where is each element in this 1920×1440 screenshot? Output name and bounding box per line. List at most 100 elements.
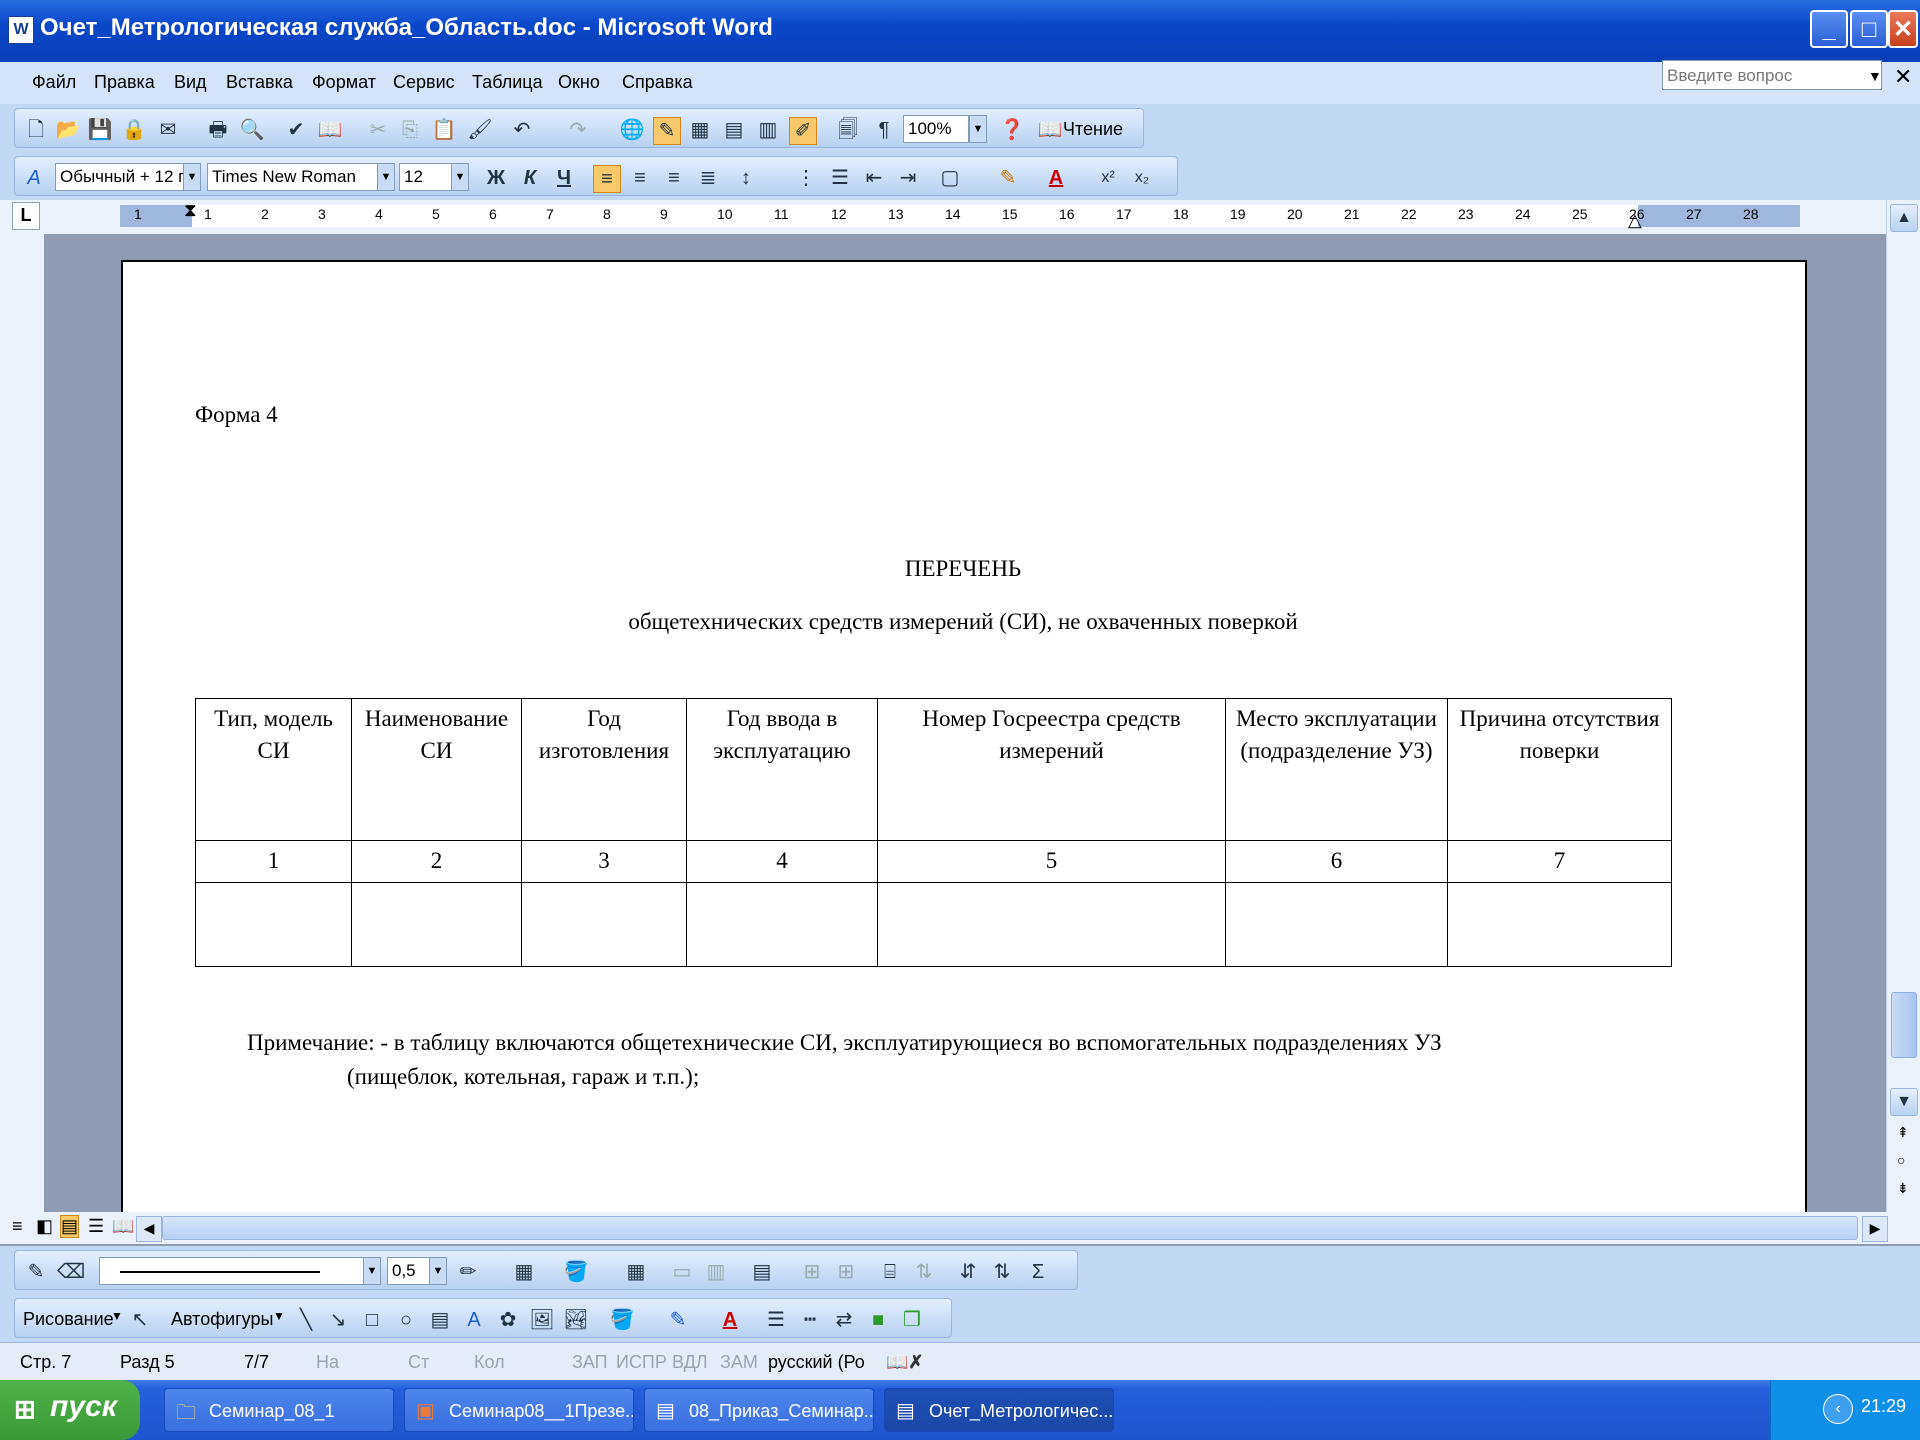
styles-icon[interactable]: A: [21, 165, 47, 191]
prev-page-icon[interactable]: ⇞: [1897, 1124, 1909, 1141]
sort-ascending-icon[interactable]: ⇵: [955, 1259, 981, 1285]
autoformat-icon[interactable]: ⌸: [877, 1259, 903, 1285]
border-color-icon[interactable]: ✏: [455, 1259, 481, 1285]
superscript-icon[interactable]: x²: [1095, 165, 1121, 191]
oval-icon[interactable]: ○: [393, 1307, 419, 1333]
drawing-toggle-icon[interactable]: ✐: [789, 117, 817, 145]
next-page-icon[interactable]: ⇟: [1897, 1180, 1909, 1197]
pilcrow-icon[interactable]: ¶: [871, 117, 897, 143]
select-objects-icon[interactable]: ↖: [127, 1307, 153, 1333]
menu-view[interactable]: Вид: [174, 72, 207, 93]
help-question-input[interactable]: Введите вопрос: [1662, 60, 1882, 90]
italic-button[interactable]: К: [517, 165, 543, 191]
cut-icon[interactable]: ✂: [365, 117, 391, 143]
taskbar-item-report-doc[interactable]: Очет_Метрологичес...: [884, 1388, 1114, 1432]
menu-format[interactable]: Формат: [312, 72, 376, 93]
indent-marker-icon[interactable]: ⧗: [184, 200, 197, 221]
scroll-left-icon[interactable]: ◀: [136, 1216, 162, 1242]
insert-table-icon-2[interactable]: ▦: [623, 1259, 649, 1285]
align-center-icon[interactable]: ≡: [627, 165, 653, 191]
table-cell[interactable]: 7: [1447, 840, 1672, 883]
table-cell[interactable]: 2: [351, 840, 522, 883]
table-cell[interactable]: 1: [195, 840, 352, 883]
bullets-icon[interactable]: ☰: [827, 165, 853, 191]
font-size-dropdown-icon[interactable]: ▼: [451, 163, 469, 191]
line-style-icon[interactable]: ☰: [763, 1307, 789, 1333]
numbering-icon[interactable]: ⋮: [793, 165, 819, 191]
autoshapes-dropdown-icon[interactable]: ▼: [273, 1309, 285, 1323]
rectangle-icon[interactable]: □: [359, 1307, 385, 1333]
table-cell[interactable]: [351, 882, 522, 967]
draw-table-icon[interactable]: ✎: [23, 1259, 49, 1285]
bold-button[interactable]: Ж: [483, 165, 509, 191]
header-type-model[interactable]: Тип, модель СИ: [195, 698, 352, 841]
line-spacing-icon[interactable]: ↕: [733, 165, 759, 191]
textbox-icon[interactable]: ▤: [427, 1307, 453, 1333]
menu-tools[interactable]: Сервис: [393, 72, 455, 93]
split-cells-icon[interactable]: ▥: [703, 1259, 729, 1285]
justify-icon[interactable]: ≣: [695, 165, 721, 191]
scroll-thumb[interactable]: [1891, 992, 1917, 1058]
right-indent-marker-icon[interactable]: △: [1628, 210, 1642, 231]
header-location[interactable]: Место эксплуатации (подразделение УЗ): [1225, 698, 1448, 841]
outline-view-icon[interactable]: ☰: [88, 1216, 104, 1237]
font-color-icon-2[interactable]: A: [717, 1307, 743, 1333]
arrow-style-icon[interactable]: ⇄: [831, 1307, 857, 1333]
diagram-icon[interactable]: ✿: [495, 1307, 521, 1333]
document-page[interactable]: Форма 4 ПЕРЕЧЕНЬ общетехнических средств…: [121, 260, 1807, 1220]
format-painter-icon[interactable]: 🖌: [467, 117, 493, 143]
shading-color-icon[interactable]: 🪣: [563, 1259, 589, 1285]
distribute-rows-icon[interactable]: ⊞: [799, 1259, 825, 1285]
table-cell[interactable]: [877, 882, 1226, 967]
minimize-button[interactable]: _: [1810, 10, 1848, 48]
font-field[interactable]: Times New Roman: [207, 163, 395, 191]
menu-table[interactable]: Таблица: [472, 72, 543, 93]
line-style-field[interactable]: [99, 1257, 381, 1285]
tables-borders-icon[interactable]: ✎: [653, 117, 681, 145]
browse-object-icon[interactable]: ○: [1897, 1152, 1905, 1168]
borders-icon[interactable]: ▢: [937, 165, 963, 191]
decrease-indent-icon[interactable]: ⇤: [861, 165, 887, 191]
insert-table-icon[interactable]: ▦: [687, 117, 713, 143]
table-cell[interactable]: 5: [877, 840, 1226, 883]
save-icon[interactable]: 💾: [87, 117, 113, 143]
line-weight-dropdown-icon[interactable]: ▼: [429, 1257, 447, 1285]
menu-edit[interactable]: Правка: [94, 72, 155, 93]
header-year-made[interactable]: Год изготовления: [521, 698, 687, 841]
status-overtype[interactable]: ЗАМ: [720, 1352, 758, 1373]
undo-icon[interactable]: ↶: [509, 117, 535, 143]
help-icon[interactable]: ❓: [999, 117, 1025, 143]
status-extend[interactable]: ВДЛ: [672, 1352, 708, 1373]
open-folder-icon[interactable]: 📂: [55, 117, 81, 143]
table-cell[interactable]: [521, 882, 687, 967]
research-icon[interactable]: 📖: [317, 117, 343, 143]
web-view-icon[interactable]: ◧: [36, 1216, 53, 1237]
sort-descending-icon[interactable]: ⇅: [989, 1259, 1015, 1285]
reading-view-icon[interactable]: 📖: [112, 1216, 134, 1237]
header-year-commissioned[interactable]: Год ввода в эксплуатацию: [686, 698, 878, 841]
status-track-changes[interactable]: ИСПР: [616, 1352, 667, 1373]
underline-button[interactable]: Ч: [551, 165, 577, 191]
text-direction-icon[interactable]: ⇅: [911, 1259, 937, 1285]
shadow-style-icon[interactable]: ■: [865, 1307, 891, 1333]
taskbar-item-order-doc[interactable]: 08_Приказ_Семинар...: [644, 1388, 874, 1432]
document-map-icon[interactable]: 🗐: [835, 117, 861, 143]
line-icon[interactable]: ╲: [293, 1307, 319, 1333]
align-left-icon[interactable]: ≡: [593, 165, 621, 193]
picture-icon[interactable]: 🏞: [563, 1307, 589, 1333]
taskbar-item-presentation[interactable]: Семинар08__1Презе...: [404, 1388, 634, 1432]
close-button[interactable]: ✕: [1888, 10, 1918, 48]
redo-icon[interactable]: ↷: [565, 117, 591, 143]
align-cell-icon[interactable]: ▤: [749, 1259, 775, 1285]
align-right-icon[interactable]: ≡: [661, 165, 687, 191]
eraser-icon[interactable]: ⌫: [57, 1259, 85, 1285]
wordart-icon[interactable]: A: [461, 1307, 487, 1333]
header-registry-number[interactable]: Номер Госреестра средств измерений: [877, 698, 1226, 841]
permission-icon[interactable]: 🔒: [121, 117, 147, 143]
table-cell[interactable]: [686, 882, 878, 967]
spelling-status-icon[interactable]: 📖✗: [886, 1352, 924, 1373]
print-icon[interactable]: 🖶: [205, 117, 231, 143]
subscript-icon[interactable]: x₂: [1129, 165, 1155, 191]
table-cell[interactable]: 4: [686, 840, 878, 883]
horizontal-scroll-thumb[interactable]: [162, 1216, 1858, 1240]
